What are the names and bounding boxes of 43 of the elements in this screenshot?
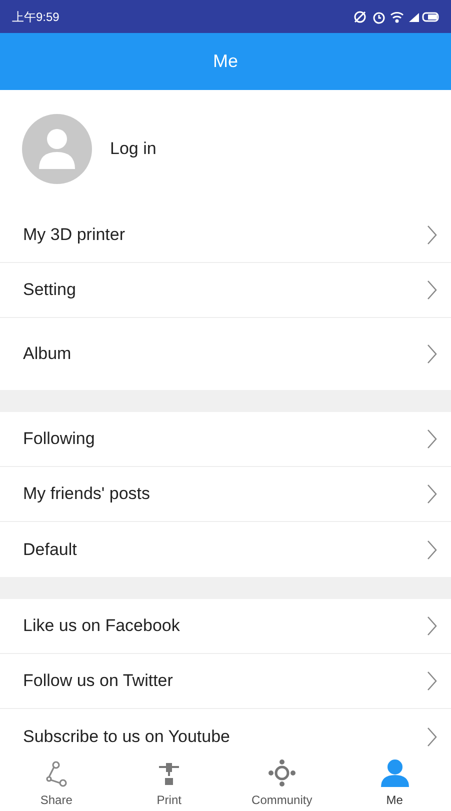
menu-label: Like us on Facebook (23, 615, 180, 638)
chevron-right-icon (427, 671, 437, 691)
chevron-right-icon (427, 540, 437, 560)
nav-tab[interactable]: Me (338, 757, 451, 811)
menu-item[interactable]: My 3D printer (0, 208, 451, 263)
menu-item[interactable]: Setting (0, 263, 451, 318)
wifi-icon (390, 11, 404, 22)
chevron-right-icon (427, 616, 437, 636)
menu-item[interactable]: Follow us on Twitter (0, 654, 451, 709)
menu-label: Follow us on Twitter (23, 670, 173, 692)
menu-item[interactable]: Album (0, 318, 451, 390)
share-icon (45, 761, 68, 787)
signal-icon (409, 12, 419, 22)
menu-label: My 3D printer (23, 224, 126, 246)
status-time: 上午9:59 (12, 8, 60, 26)
nav-tab[interactable]: Share (0, 757, 113, 811)
menu-label: My friends' posts (23, 483, 150, 506)
menu-label: Following (23, 428, 95, 450)
menu-item[interactable]: Default (0, 522, 451, 577)
battery-icon (422, 12, 439, 22)
menu-label: Default (23, 538, 77, 561)
menu-item[interactable]: Subscribe to us on Youtube (0, 709, 451, 757)
chevron-right-icon (427, 225, 437, 245)
menu-label: Subscribe to us on Youtube (23, 726, 230, 748)
header-title: Me (212, 50, 238, 73)
menu-label: Setting (23, 279, 76, 302)
network-icon (268, 759, 296, 787)
chevron-right-icon (427, 429, 437, 449)
chevron-right-icon (427, 280, 437, 300)
alarm-icon (373, 12, 385, 24)
chevron-right-icon (427, 484, 437, 504)
nav-tab[interactable]: Print (112, 757, 226, 811)
menu-label: Album (23, 343, 72, 366)
menu-item[interactable]: My friends' posts (0, 467, 451, 522)
chevron-right-icon (427, 726, 437, 746)
person-icon (380, 759, 410, 787)
menu-item[interactable]: Like us on Facebook (0, 599, 451, 654)
chevron-right-icon (427, 344, 437, 364)
print-head-icon (158, 761, 180, 787)
nav-tab[interactable]: Community (226, 757, 338, 811)
avatar-icon (22, 114, 92, 184)
login-link[interactable]: Log in (110, 136, 156, 162)
menu-item[interactable]: Following (0, 412, 451, 467)
